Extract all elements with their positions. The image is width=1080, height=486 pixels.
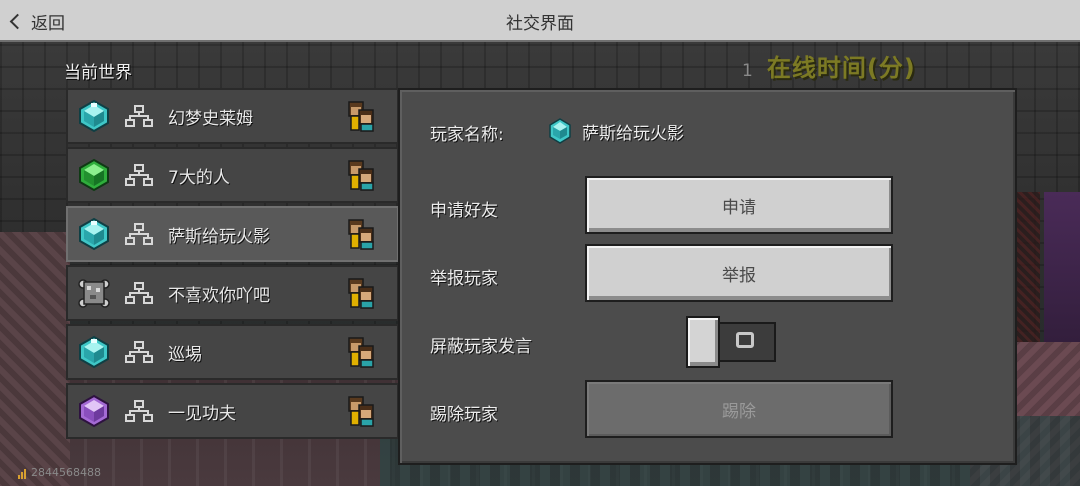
network-icon: [125, 164, 153, 186]
title-bar: 返回 社交界面: [0, 0, 1080, 42]
player-row[interactable]: 一见功夫: [66, 383, 399, 439]
session-id: 2844568488: [31, 466, 101, 479]
network-icon: [125, 282, 153, 304]
mute-toggle[interactable]: [686, 316, 778, 368]
network-status: 2844568488: [18, 466, 101, 479]
player-name: 一见功夫: [168, 403, 236, 424]
player-row[interactable]: 幻梦史莱姆: [66, 88, 399, 144]
diamond-gem-icon: [79, 217, 109, 251]
player-skin-icon: [348, 219, 374, 250]
player-name: 7大的人: [168, 167, 230, 188]
player-name-label: 玩家名称:: [430, 125, 504, 145]
diamond-gem-icon: [549, 118, 571, 144]
command-block-icon: [78, 279, 110, 308]
player-skin-icon: [348, 278, 374, 309]
player-skin-icon: [348, 337, 374, 368]
amethyst-gem-icon: [79, 394, 109, 428]
add-friend-button[interactable]: 申请: [585, 176, 893, 234]
player-row[interactable]: 7大的人: [66, 147, 399, 203]
player-name: 幻梦史莱姆: [168, 108, 253, 129]
report-label: 举报玩家: [430, 269, 498, 289]
chevron-left-icon: [9, 13, 26, 29]
player-detail-panel: 玩家名称: 萨斯给玩火影 申请好友 申请 举报玩家 举报 屏蔽玩家发言 踢除玩家…: [398, 88, 1017, 465]
signal-icon: [18, 467, 26, 479]
player-skin-icon: [348, 101, 374, 132]
add-friend-label: 申请好友: [430, 201, 498, 221]
player-name: 巡埸: [168, 344, 202, 365]
report-button[interactable]: 举报: [585, 244, 893, 302]
kick-label: 踢除玩家: [430, 405, 498, 425]
player-row[interactable]: 巡埸: [66, 324, 399, 380]
emerald-gem-icon: [79, 158, 109, 192]
player-row-selected[interactable]: 萨斯给玩火影: [66, 206, 399, 262]
scoreboard-title: 在线时间(分): [766, 54, 916, 82]
world-block-left: [0, 232, 70, 486]
diamond-gem-icon: [79, 335, 109, 369]
toggle-knob: [686, 316, 720, 368]
network-icon: [125, 223, 153, 245]
diamond-gem-icon: [79, 99, 109, 133]
network-icon: [125, 341, 153, 363]
network-icon: [125, 105, 153, 127]
section-label-current-world: 当前世界: [64, 63, 132, 83]
player-name: 不喜欢你吖吧: [168, 285, 270, 306]
network-icon: [125, 400, 153, 422]
player-skin-icon: [348, 160, 374, 191]
player-name-value: 萨斯给玩火影: [548, 118, 684, 144]
toggle-off-icon: [736, 332, 754, 348]
kick-button[interactable]: 踢除: [585, 380, 893, 438]
player-list: 幻梦史莱姆 7大的人 萨斯给玩火影 不喜欢你吖吧 巡埸 一见功夫: [66, 88, 399, 442]
player-skin-icon: [348, 396, 374, 427]
page-title: 社交界面: [506, 13, 574, 34]
mute-label: 屏蔽玩家发言: [430, 337, 532, 357]
back-button[interactable]: 返回: [0, 0, 73, 42]
player-name-text: 萨斯给玩火影: [582, 123, 684, 144]
back-button-label: 返回: [31, 13, 65, 34]
scoreboard-number: 1: [742, 61, 753, 81]
player-name: 萨斯给玩火影: [168, 226, 270, 247]
player-row[interactable]: 不喜欢你吖吧: [66, 265, 399, 321]
scoreboard-overlay: 1 在线时间(分): [742, 48, 916, 83]
